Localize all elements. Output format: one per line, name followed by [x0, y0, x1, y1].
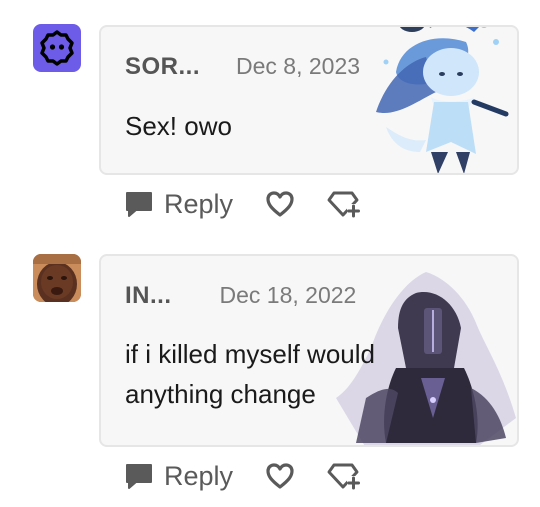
comment-date: Dec 8, 2023 — [236, 53, 361, 79]
comment-text-line-1: if i killed myself would — [125, 339, 375, 369]
gift-gem-plus-icon[interactable] — [327, 189, 361, 219]
hexagon-face-icon — [40, 30, 74, 66]
gift-gem-plus-icon[interactable] — [327, 461, 361, 491]
reply-label: Reply — [164, 460, 234, 491]
reply-button[interactable]: Reply — [124, 461, 233, 492]
comment-username[interactable]: SOR... — [125, 53, 200, 81]
person-photo-avatar — [33, 254, 81, 302]
blue-ice-character-sticker — [376, 27, 509, 173]
reply-button[interactable]: Reply — [124, 189, 233, 220]
like-heart-icon[interactable] — [265, 462, 295, 490]
comment-bubble-2: IN... Dec 18, 2022 if i killed myself wo… — [99, 254, 519, 447]
avatar-comment-1[interactable] — [33, 24, 81, 72]
speech-bubble-icon — [126, 464, 152, 489]
avatar-comment-2[interactable] — [33, 254, 81, 302]
comment-actions-1: Reply — [124, 186, 361, 222]
comment-username[interactable]: IN... — [125, 282, 172, 310]
comment-text: Sex! owo — [125, 111, 232, 141]
reply-label: Reply — [164, 188, 234, 219]
comment-text-line-2: anything change — [125, 379, 316, 409]
comment-actions-2: Reply — [124, 458, 361, 494]
like-heart-icon[interactable] — [265, 190, 295, 218]
comment-bubble-1: SOR... Dec 8, 2023 Sex! owo — [99, 25, 519, 175]
speech-bubble-icon — [126, 192, 152, 217]
